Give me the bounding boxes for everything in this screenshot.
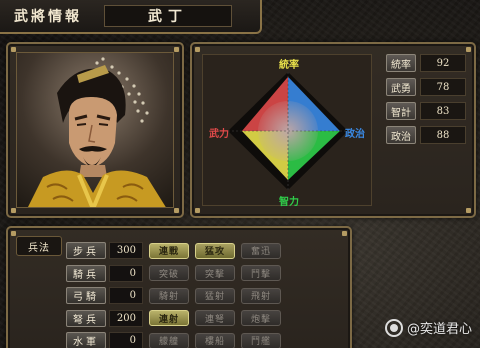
tactic-button[interactable]: 猛射 <box>195 287 235 304</box>
watermark-logo-icon <box>384 318 403 337</box>
tactic-button[interactable]: 飛射 <box>241 287 281 304</box>
axis-label-bottom: 智力 <box>279 197 299 208</box>
axis-label-left: 武力 <box>209 129 229 140</box>
tactic-button[interactable]: 奮迅 <box>241 242 281 259</box>
stat-label: 智計 <box>386 102 416 120</box>
troop-name: 水軍 <box>66 332 106 348</box>
tactic-button[interactable]: 艨艟 <box>149 332 189 348</box>
stat-value: 83 <box>420 102 466 120</box>
tactic-button[interactable]: 突破 <box>149 265 189 281</box>
axis-label-right: 政治 <box>345 129 365 140</box>
tactic-button[interactable]: 連戰 <box>149 242 189 259</box>
axis-label-top: 統率 <box>279 60 299 71</box>
stat-row: 統率 92 <box>386 53 468 73</box>
troop-row: 水軍 0 艨艟 樓船 鬥艦 <box>66 331 281 348</box>
header-title: 武將情報 <box>14 9 82 25</box>
troop-name: 騎兵 <box>66 264 106 282</box>
tactics-title-text: 兵法 <box>28 242 50 254</box>
tactics-title: 兵法 <box>16 236 62 256</box>
troop-count: 0 <box>109 332 143 348</box>
troop-name: 步兵 <box>66 242 106 259</box>
portrait-frame <box>6 42 184 218</box>
tactic-button[interactable]: 突擊 <box>195 265 235 281</box>
stat-row: 智計 83 <box>386 101 468 121</box>
troop-count: 300 <box>109 242 143 259</box>
officer-name: 武丁 <box>104 5 232 27</box>
troop-count: 200 <box>109 309 143 327</box>
tactic-button[interactable]: 騎射 <box>149 287 189 304</box>
stat-label: 武勇 <box>386 78 416 96</box>
tactic-button[interactable]: 猛攻 <box>195 242 235 259</box>
ability-frame: 統率 智力 武力 政治 統率 92 武勇 78 智計 83 政治 88 <box>190 42 476 218</box>
ability-radar-panel: 統率 智力 武力 政治 <box>202 54 372 208</box>
tactic-button[interactable]: 連弩 <box>195 310 235 326</box>
troop-name: 弩兵 <box>66 309 106 327</box>
tactic-button[interactable]: 連射 <box>149 310 189 326</box>
stat-row: 武勇 78 <box>386 77 468 97</box>
stat-value: 92 <box>420 54 466 72</box>
stat-value: 88 <box>420 126 466 144</box>
stat-label: 統率 <box>386 54 416 72</box>
tactic-button[interactable]: 樓船 <box>195 332 235 348</box>
stat-label: 政治 <box>386 126 416 144</box>
troop-row: 弓騎 0 騎射 猛射 飛射 <box>66 286 281 305</box>
officer-portrait <box>16 52 174 208</box>
watermark: @奕道君心 <box>384 318 472 337</box>
tactic-button[interactable]: 鬥艦 <box>241 332 281 348</box>
troop-count: 0 <box>109 264 143 282</box>
tactic-button[interactable]: 炮擊 <box>241 310 281 326</box>
officer-info-header: 武將情報 武丁 <box>0 0 262 34</box>
troop-tactics-frame: 兵法 步兵 300 連戰 猛攻 奮迅 騎兵 0 突破 突擊 鬥擊 弓騎 0 騎射 猛射 飛射 弩兵 200 連射連… <box>6 226 352 348</box>
stat-value: 78 <box>420 78 466 96</box>
troop-name: 弓騎 <box>66 287 106 304</box>
stat-row: 政治 88 <box>386 125 468 145</box>
ability-list: 統率 92 武勇 78 智計 83 政治 88 <box>386 53 468 149</box>
troop-row: 步兵 300 連戰 猛攻 奮迅 <box>66 241 281 260</box>
troop-row: 弩兵 200 連射 連弩 炮擊 <box>66 309 281 328</box>
tactic-button[interactable]: 鬥擊 <box>241 265 281 281</box>
troop-row: 騎兵 0 突破 突擊 鬥擊 <box>66 264 281 283</box>
watermark-text: @奕道君心 <box>406 322 472 337</box>
troop-count: 0 <box>109 287 143 304</box>
